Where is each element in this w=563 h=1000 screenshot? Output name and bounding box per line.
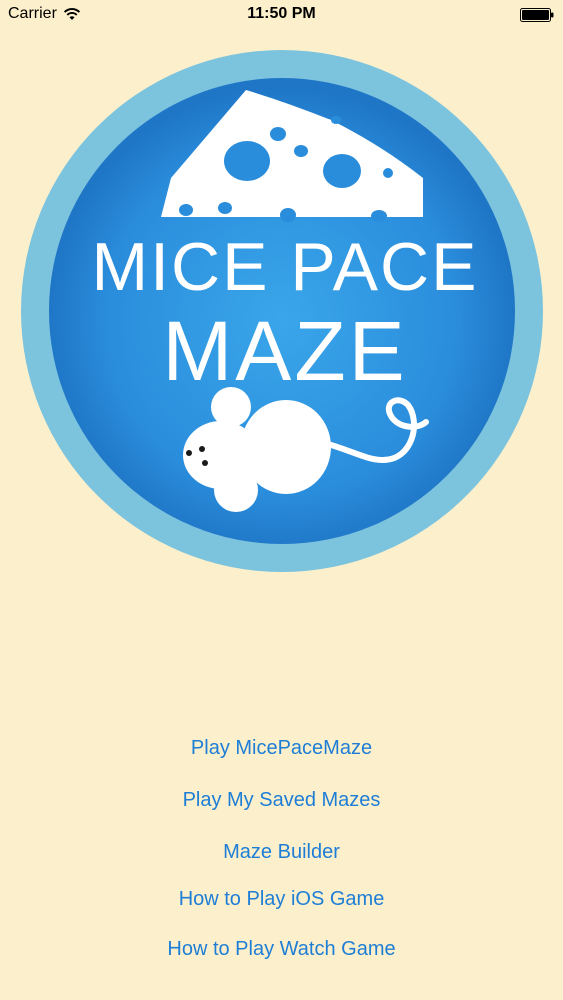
mice-pace-maze-logo: MICE PACE MAZE: [21, 50, 543, 572]
clock: 11:50 PM: [247, 5, 316, 22]
status-bar: Carrier 11:50 PM: [0, 0, 563, 30]
menu-how-to-play-watch[interactable]: How to Play Watch Game: [0, 937, 563, 961]
logo-title-line1: MICE PACE: [91, 229, 478, 305]
menu-how-to-play-ios[interactable]: How to Play iOS Game: [0, 887, 563, 911]
menu-play-micepacemaze[interactable]: Play MicePaceMaze: [0, 736, 563, 760]
battery-icon: [520, 8, 554, 22]
menu-maze-builder[interactable]: Maze Builder: [0, 840, 563, 864]
menu-play-saved-mazes[interactable]: Play My Saved Mazes: [0, 788, 563, 812]
logo-title-line2: MAZE: [162, 304, 407, 398]
